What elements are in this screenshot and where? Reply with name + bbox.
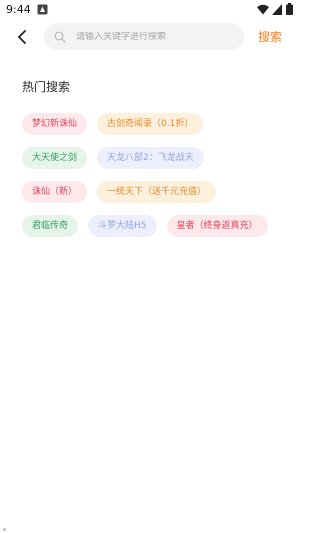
hot-search-tag[interactable]: 诛仙（新）: [22, 181, 88, 203]
search-input[interactable]: [76, 31, 226, 42]
wifi-icon: [257, 4, 269, 15]
hot-search-tag[interactable]: 古剑奇闻录（0.1折）: [97, 113, 204, 135]
search-icon: [54, 31, 66, 43]
hot-search-tag[interactable]: 天龙八部2：飞龙战天: [97, 147, 204, 169]
hot-search-tag[interactable]: 皇者（终身返真充）: [166, 215, 268, 237]
tag-row: 梦幻新诛仙 古剑奇闻录（0.1折）: [22, 113, 292, 135]
notification-icon: [37, 4, 48, 15]
hot-search-tags: 梦幻新诛仙 古剑奇闻录（0.1折） 大天使之剑 天龙八部2：飞龙战天 诛仙（新）…: [22, 113, 292, 249]
tag-row: 大天使之剑 天龙八部2：飞龙战天: [22, 147, 292, 169]
hot-search-tag[interactable]: 一统天下（送千元充值）: [97, 181, 217, 203]
tag-row: 君临传奇 斗罗大陆H5 皇者（终身返真充）: [22, 215, 292, 237]
hot-search-tag[interactable]: 斗罗大陆H5: [88, 215, 157, 237]
hot-search-tag[interactable]: 君临传奇: [22, 215, 79, 237]
status-bar: 9:44: [0, 0, 300, 20]
back-button[interactable]: [12, 27, 32, 47]
status-time: 9:44: [6, 3, 31, 16]
signal-icon: [272, 4, 282, 15]
hot-search-tag[interactable]: 梦幻新诛仙: [22, 113, 88, 135]
chevron-left-icon: [18, 30, 26, 44]
search-button[interactable]: 搜索: [258, 28, 282, 45]
home-indicator: [3, 528, 6, 531]
battery-icon: [286, 3, 293, 15]
search-box[interactable]: [44, 23, 244, 50]
tag-row: 诛仙（新） 一统天下（送千元充值）: [22, 181, 292, 203]
hot-search-tag[interactable]: 大天使之剑: [22, 147, 88, 169]
hot-search-title: 热门搜索: [22, 80, 71, 94]
